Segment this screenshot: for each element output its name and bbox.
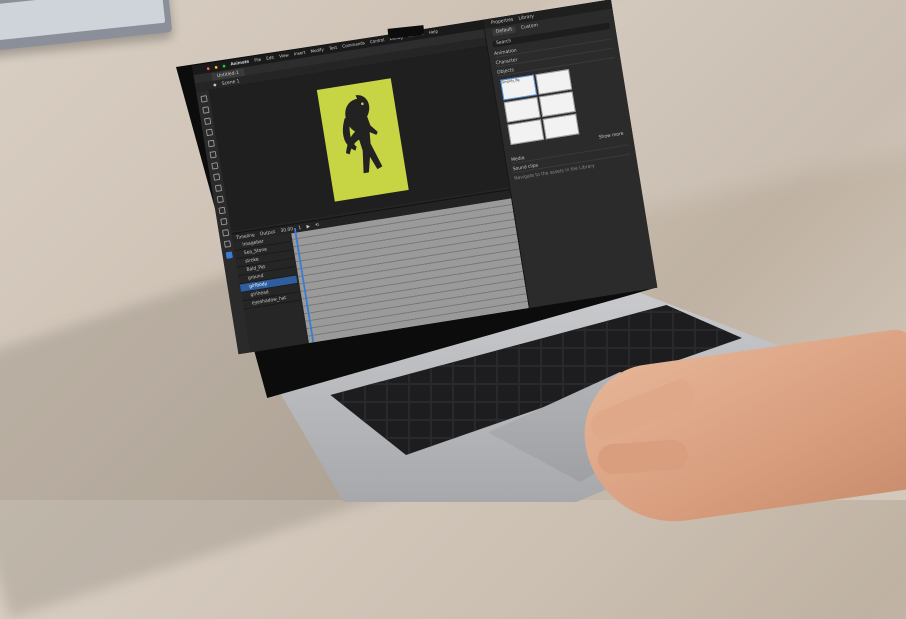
menu-text[interactable]: Text — [329, 45, 338, 51]
zoom-tool-icon[interactable] — [223, 240, 231, 248]
lasso-tool-icon[interactable] — [205, 128, 213, 137]
menu-help[interactable]: Help — [429, 29, 439, 35]
menu-modify[interactable]: Modify — [310, 47, 324, 54]
asset-thumbnail[interactable] — [507, 119, 545, 146]
menu-file[interactable]: File — [254, 57, 261, 63]
custom-button[interactable]: Custom — [521, 22, 539, 30]
transform-tool-icon[interactable] — [203, 117, 211, 126]
subselect-tool-icon[interactable] — [201, 106, 210, 114]
eyedropper-icon[interactable] — [218, 206, 226, 215]
play-button[interactable]: ▶ — [306, 223, 310, 229]
text-tool-icon[interactable] — [209, 151, 217, 159]
asset-thumbnail[interactable] — [539, 91, 576, 118]
close-icon[interactable] — [206, 66, 210, 70]
menu-insert[interactable]: Insert — [294, 50, 306, 56]
menu-edit[interactable]: Edit — [266, 55, 274, 61]
photo-scene: Animate File Edit View Insert Modify Tex… — [0, 0, 906, 619]
thumb — [597, 438, 689, 476]
eraser-icon[interactable] — [219, 217, 228, 226]
artboard[interactable] — [316, 78, 409, 202]
scene-icon: ◆ — [212, 81, 217, 88]
asset-thumbnail[interactable]: Simplify_Bg — [500, 74, 537, 101]
zoom-icon[interactable] — [222, 64, 226, 68]
color-swatch-icon[interactable] — [225, 251, 233, 259]
selection-tool-icon[interactable] — [200, 95, 208, 103]
asset-thumbnail[interactable] — [542, 113, 580, 140]
menu-view[interactable]: View — [279, 53, 289, 59]
frame-readout[interactable]: 1 — [298, 225, 302, 231]
menu-control[interactable]: Control — [370, 38, 385, 45]
pen-tool-icon[interactable] — [207, 139, 215, 148]
notebook — [0, 0, 173, 52]
loop-icon[interactable]: ⟲ — [315, 222, 320, 228]
hand-tool-icon[interactable] — [221, 229, 229, 237]
rectangle-tool-icon[interactable] — [212, 173, 220, 181]
line-tool-icon[interactable] — [210, 162, 219, 170]
walking-girl-illustration — [342, 95, 383, 174]
asset-grid: Simplify_Bg — [500, 62, 624, 146]
minimize-icon[interactable] — [214, 65, 218, 69]
asset-thumbnail[interactable] — [503, 96, 541, 123]
paint-bucket-icon[interactable] — [216, 195, 224, 204]
brush-tool-icon[interactable] — [214, 184, 222, 192]
default-button[interactable]: Default — [492, 25, 517, 36]
asset-thumbnail[interactable] — [535, 69, 573, 95]
